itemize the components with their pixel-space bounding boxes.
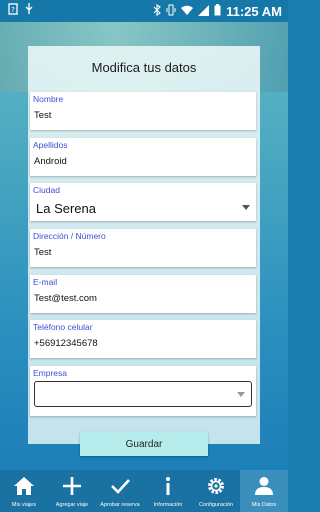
save-button[interactable]: Guardar bbox=[80, 432, 208, 456]
direccion-label: Dirección / Número bbox=[33, 231, 106, 241]
direccion-input[interactable]: Test bbox=[34, 247, 51, 258]
nav-mis-viajes[interactable]: Mis viajes bbox=[0, 470, 48, 512]
plus-icon bbox=[48, 476, 96, 498]
ciudad-label: Ciudad bbox=[33, 185, 60, 195]
nombre-field[interactable]: Nombre Test bbox=[30, 92, 256, 130]
info-icon bbox=[144, 476, 192, 498]
nav-mis-datos[interactable]: Mis Datos bbox=[240, 470, 288, 512]
ciudad-value[interactable]: La Serena bbox=[36, 201, 96, 216]
direccion-field[interactable]: Dirección / Número Test bbox=[30, 229, 256, 267]
email-label: E-mail bbox=[33, 277, 58, 287]
telefono-label: Teléfono celular bbox=[33, 322, 93, 332]
page-title: Modifica tus datos bbox=[91, 60, 197, 75]
wifi-icon bbox=[181, 5, 194, 19]
nav-configuracion[interactable]: Configuración bbox=[192, 470, 240, 512]
bottom-nav: Mis viajes Agregar viaje Aprobar reserva… bbox=[0, 470, 288, 512]
person-icon bbox=[240, 476, 288, 498]
ciudad-select[interactable]: Ciudad La Serena bbox=[30, 183, 256, 221]
status-bar: ? 11:25 AM bbox=[0, 0, 288, 22]
empresa-dropdown[interactable] bbox=[34, 381, 252, 407]
nav-informacion[interactable]: Información bbox=[144, 470, 192, 512]
apellidos-input[interactable]: Android bbox=[34, 156, 67, 167]
nav-label: Configuración bbox=[199, 502, 233, 508]
nav-label: Mis Datos bbox=[251, 502, 277, 508]
battery-icon bbox=[214, 4, 221, 19]
nav-label: Información bbox=[153, 502, 183, 508]
nav-aprobar-reserva[interactable]: Aprobar reserva bbox=[96, 470, 144, 512]
email-field[interactable]: E-mail Test@test.com bbox=[30, 275, 256, 313]
home-icon bbox=[0, 476, 48, 498]
apellidos-field[interactable]: Apellidos Android bbox=[30, 138, 256, 176]
nav-agregar-viaje[interactable]: Agregar viaje bbox=[48, 470, 96, 512]
svg-text:?: ? bbox=[11, 6, 15, 14]
empresa-select[interactable]: Empresa bbox=[30, 366, 256, 416]
notification-icon: ? bbox=[8, 3, 18, 19]
nav-label: Mis viajes bbox=[11, 502, 37, 508]
nombre-label: Nombre bbox=[33, 94, 64, 104]
clock: 11:25 AM bbox=[226, 4, 282, 19]
gear-icon bbox=[192, 476, 240, 498]
vibrate-icon bbox=[166, 4, 176, 19]
dropdown-arrow-icon[interactable] bbox=[242, 205, 250, 210]
usb-icon bbox=[24, 3, 34, 19]
telefono-field[interactable]: Teléfono celular +56912345678 bbox=[30, 320, 256, 358]
telefono-input[interactable]: +56912345678 bbox=[34, 338, 98, 349]
apellidos-label: Apellidos bbox=[33, 140, 68, 150]
dropdown-arrow-icon[interactable] bbox=[237, 392, 245, 397]
bluetooth-icon bbox=[153, 3, 161, 19]
email-input[interactable]: Test@test.com bbox=[34, 293, 97, 304]
nombre-input[interactable]: Test bbox=[34, 110, 51, 121]
check-icon bbox=[96, 476, 144, 498]
nav-label: Agregar viaje bbox=[55, 502, 89, 508]
signal-icon bbox=[198, 4, 210, 19]
nav-label: Aprobar reserva bbox=[100, 502, 140, 508]
empresa-label: Empresa bbox=[33, 368, 68, 378]
